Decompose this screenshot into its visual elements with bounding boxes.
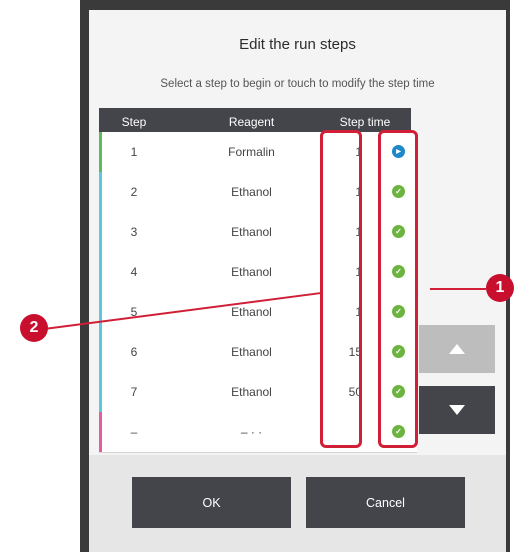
cancel-button[interactable]: Cancel [306, 477, 465, 528]
step-number: 3 [130, 225, 138, 239]
reagent-name: Formalin [228, 145, 275, 159]
reagent-name: Ethanol [231, 345, 272, 359]
callout-1-marker: 1 [486, 274, 514, 302]
reagent-name: Ethanol [231, 185, 272, 199]
callout-1-leader [430, 288, 486, 290]
scroll-down-button[interactable] [419, 386, 495, 434]
header-step: Step [121, 115, 147, 129]
table-row[interactable]: 7 Ethanol 50 ✓ [99, 372, 417, 413]
dialog-subtitle: Select a step to begin or touch to modif… [160, 78, 435, 90]
reagent-name: – · · [240, 425, 263, 439]
arrow-down-icon [449, 405, 465, 415]
status-column-highlight [378, 130, 418, 448]
table-row[interactable]: – – · · · ✓ [99, 412, 417, 453]
step-number: 1 [130, 145, 138, 159]
scroll-up-button[interactable] [419, 325, 495, 373]
table-row[interactable]: 3 Ethanol 1 ✓ [99, 212, 417, 253]
step-number: 7 [130, 385, 138, 399]
step-number: – [130, 425, 138, 439]
header-reagent: Reagent [228, 115, 275, 129]
step-number: 6 [130, 345, 138, 359]
dialog-title: Edit the run steps [239, 36, 356, 53]
table-row[interactable]: 4 Ethanol 1 ✓ [99, 252, 417, 293]
steps-table-header: Step Reagent Step time [99, 108, 411, 132]
table-row[interactable]: 2 Ethanol 1 ✓ [99, 172, 417, 213]
table-row[interactable]: 5 Ethanol 1 ✓ [99, 292, 417, 333]
table-row[interactable]: 6 Ethanol 15 ✓ [99, 332, 417, 373]
step-number: 2 [130, 185, 138, 199]
reagent-name: Ethanol [231, 225, 272, 239]
device-frame-top [80, 0, 510, 10]
callout-2-marker: 2 [20, 314, 48, 342]
ok-button[interactable]: OK [132, 477, 291, 528]
reagent-name: Ethanol [231, 305, 272, 319]
reagent-name: Ethanol [231, 385, 272, 399]
reagent-name: Ethanol [231, 265, 272, 279]
arrow-up-icon [449, 344, 465, 354]
step-time-column-highlight [320, 130, 362, 448]
dialog-footer: OK Cancel [89, 455, 506, 552]
device-frame-left [80, 0, 89, 552]
header-step-time: Step time [339, 115, 391, 129]
table-row[interactable]: 1 Formalin 1 ▶ [99, 132, 417, 173]
step-number: 4 [130, 265, 138, 279]
